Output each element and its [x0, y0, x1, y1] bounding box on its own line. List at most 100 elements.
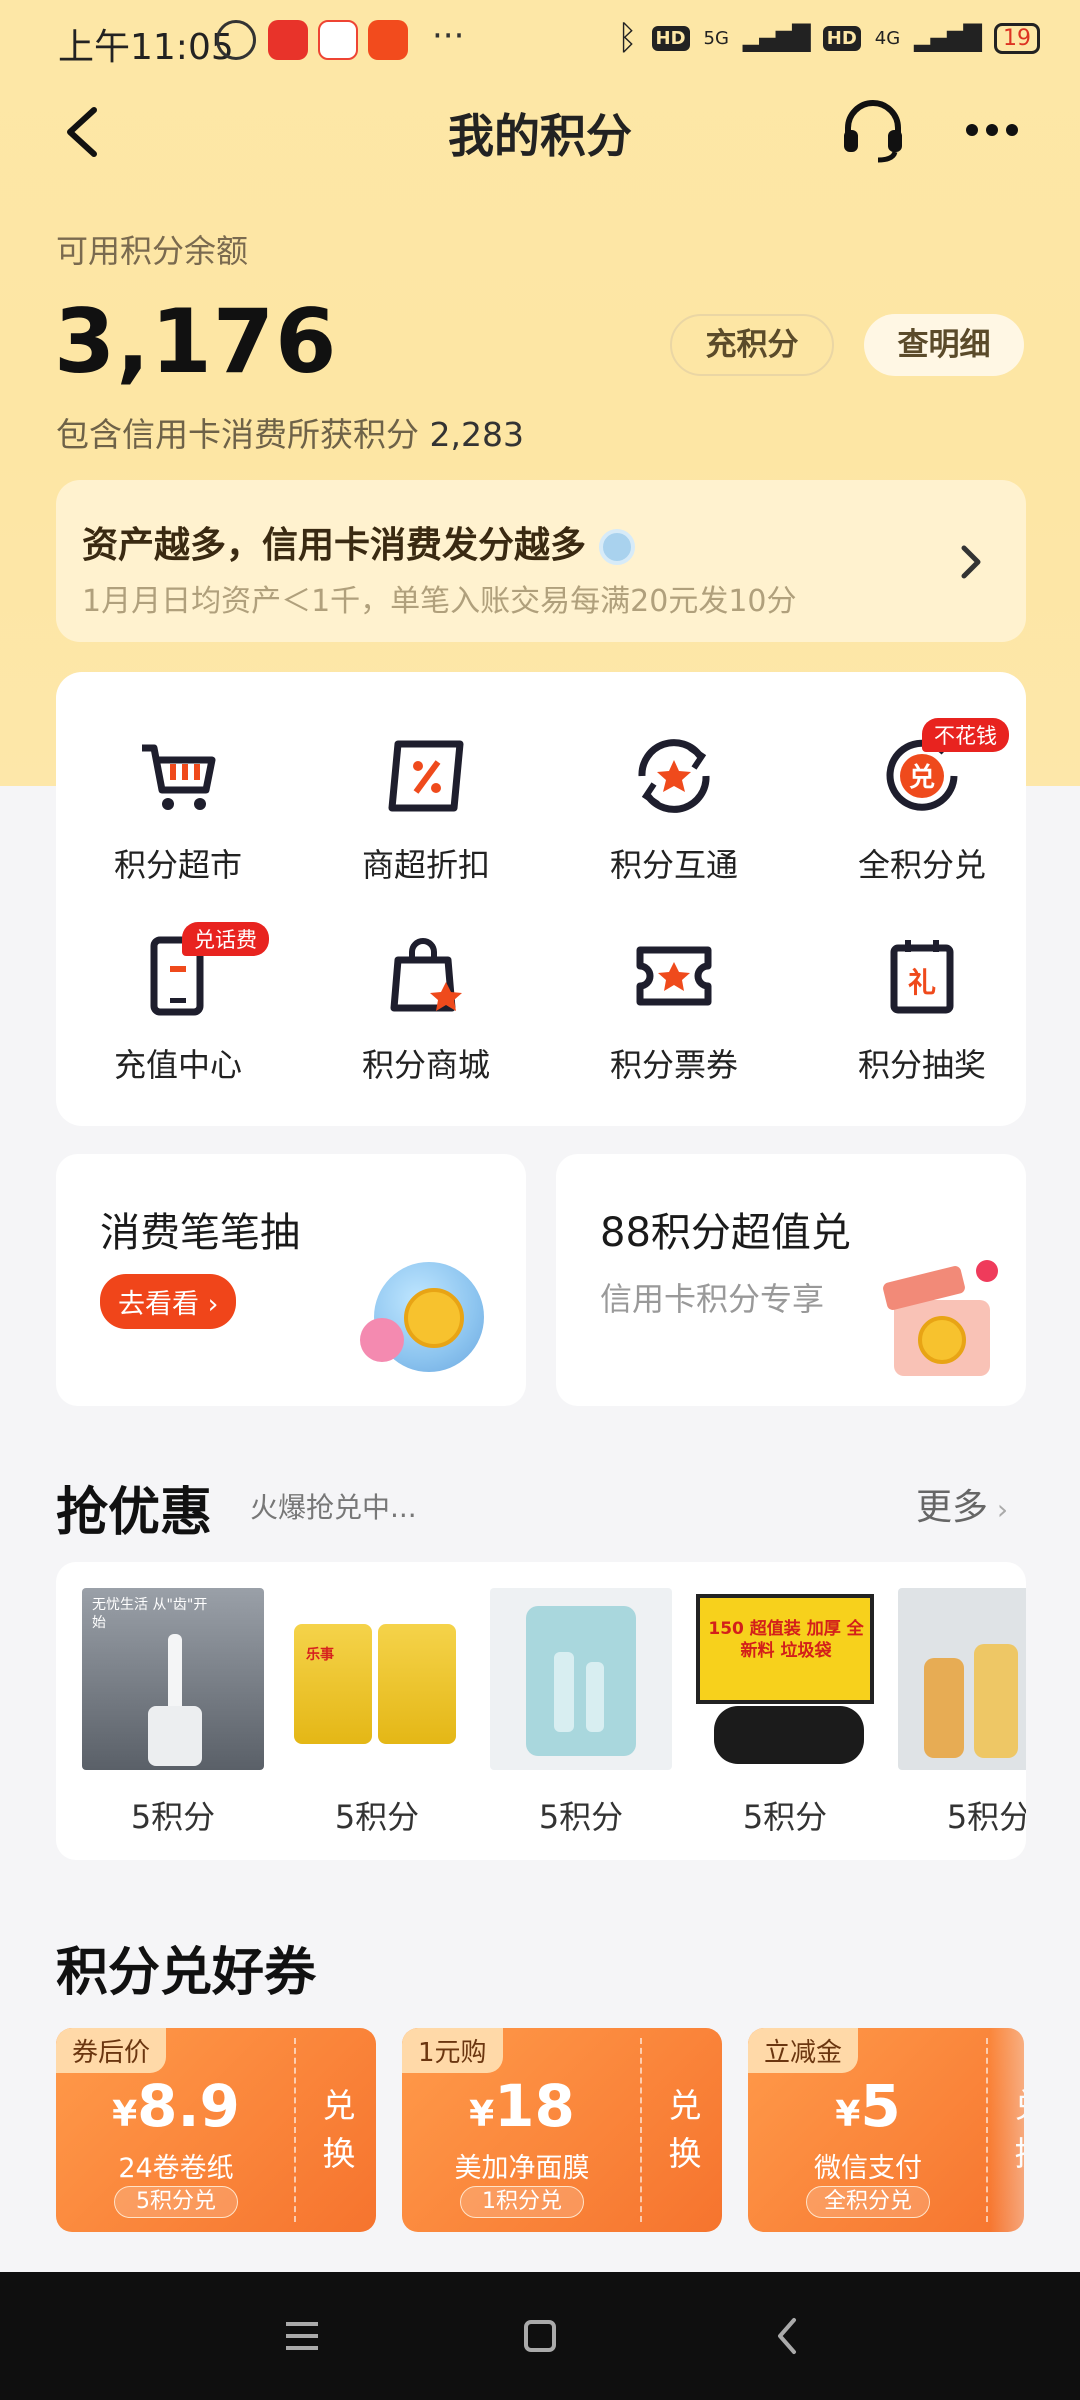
- currency-symbol: ¥: [835, 2094, 861, 2135]
- deals-more-link[interactable]: 更多 ›: [916, 1478, 1008, 1530]
- card-spend-lottery[interactable]: 消费笔笔抽 去看看 ›: [56, 1154, 526, 1406]
- promo-title-text: 资产越多，信用卡消费发分越多: [82, 525, 587, 566]
- balance-label: 可用积分余额: [56, 232, 249, 270]
- product-image-text: 无忧生活 从"齿"开始: [92, 1597, 208, 1631]
- product-image: 无忧生活 从"齿"开始: [82, 1588, 264, 1770]
- product-cutting-board[interactable]: 5积分: [490, 1588, 672, 1838]
- product-image-text: 乐事: [306, 1647, 334, 1663]
- customer-service-button[interactable]: [838, 96, 908, 166]
- recharge-points-button[interactable]: 充积分: [670, 314, 834, 376]
- home-icon[interactable]: [522, 2316, 558, 2356]
- grid-item-recharge-center[interactable]: 充值中心: [78, 934, 278, 1086]
- grid-item-points-lottery[interactable]: 礼 积分抽奖: [822, 934, 1022, 1086]
- coupon-tag: 券后价: [56, 2028, 167, 2073]
- exchange-icon: [638, 739, 710, 813]
- grid-item-points-tickets[interactable]: 积分票券: [574, 934, 774, 1086]
- promo-title: 资产越多，信用卡消费发分越多: [82, 516, 635, 568]
- grid-item-supermarket-discount[interactable]: 商超折扣: [326, 734, 526, 886]
- grid-item-points-mall[interactable]: 积分商城: [326, 934, 526, 1086]
- app-location-icon: [318, 20, 358, 60]
- product-oil-bottles[interactable]: 5积分: [898, 1588, 1026, 1838]
- status-time: 上午11:05: [58, 27, 234, 68]
- back-nav-icon[interactable]: [772, 2316, 802, 2356]
- signal-bars-icon-2: ▂▄▆█: [914, 24, 982, 52]
- grid-label: 充值中心: [113, 1046, 242, 1084]
- coupon-face-mask[interactable]: 1元购 ¥18 美加净面膜 1积分兑 兑换: [402, 2028, 722, 2232]
- card-title: 88积分超值兑: [600, 1210, 851, 1256]
- more-options-button[interactable]: [964, 118, 1020, 142]
- bluetooth-icon: ᛒ: [617, 18, 638, 58]
- grid-label: 积分超市: [113, 846, 242, 884]
- go-see-button[interactable]: 去看看 ›: [100, 1274, 237, 1329]
- app-fund-icon: [368, 20, 408, 60]
- coupon-redeem-button[interactable]: 兑换: [314, 2082, 364, 2178]
- carousel-fade: [990, 2020, 1080, 2240]
- coupon-points: 全积分兑: [806, 2186, 930, 2218]
- alarm-icon: [216, 20, 256, 60]
- card-88-points-deal[interactable]: 88积分超值兑 信用卡积分专享: [556, 1154, 1026, 1406]
- cart-icon: [142, 744, 216, 810]
- coupon-name: 微信支付: [814, 2153, 922, 2184]
- promo-description: 1月月日均资产＜1千，单笔入账交易每满20元发10分: [82, 584, 797, 619]
- product-image-text: 150 超值装 加厚 全新料 垃圾袋: [708, 1619, 864, 1661]
- grid-item-points-market[interactable]: 积分超市: [78, 734, 278, 886]
- credit-points-label: 包含信用卡消费所获积分: [56, 415, 419, 454]
- deals-title: 抢优惠: [56, 1483, 213, 1543]
- grid-label: 积分商城: [361, 1046, 490, 1084]
- coupon-divider: [640, 2038, 642, 2222]
- grid-label: 积分互通: [609, 846, 738, 884]
- product-chips[interactable]: 乐事 5积分: [286, 1588, 468, 1838]
- svg-text:礼: 礼: [908, 966, 936, 999]
- grid-item-points-exchange[interactable]: 积分互通: [574, 734, 774, 886]
- grid-label: 全积分兑: [857, 846, 986, 884]
- more-dots-icon: [966, 124, 1018, 136]
- credit-points-value: 2,283: [429, 415, 524, 454]
- points-balance: 3,176: [54, 290, 338, 393]
- product-image: 乐事: [286, 1588, 468, 1770]
- view-details-button[interactable]: 查明细: [864, 314, 1024, 376]
- promo-chevron-icon: [958, 544, 982, 584]
- hd-badge: HD: [651, 25, 690, 51]
- discount-icon: [388, 740, 464, 812]
- currency-symbol: ¥: [112, 2094, 138, 2135]
- battery-indicator: 19: [994, 22, 1040, 54]
- coupons-title: 积分兑好券: [56, 1943, 317, 2003]
- coupon-points: 5积分兑: [114, 2186, 238, 2218]
- coupon-toilet-paper[interactable]: 券后价 ¥8.9 24卷卷纸 5积分兑 兑换: [56, 2028, 376, 2232]
- coupon-divider: [294, 2038, 296, 2222]
- coupon-tag: 1元购: [402, 2028, 503, 2073]
- currency-symbol: ¥: [469, 2094, 495, 2135]
- page-title: 我的积分: [448, 109, 632, 163]
- system-nav-bar: [0, 2272, 1080, 2400]
- product-points: 5积分: [538, 1798, 624, 1836]
- no-cost-tag: 不花钱: [922, 718, 1009, 752]
- chevron-right-icon: ›: [988, 1493, 1009, 1526]
- coupon-wechat-pay[interactable]: 立减金 ¥5 微信支付 全积分兑 兑换: [748, 2028, 1024, 2232]
- services-grid: 积分超市 商超折扣 积分互通 兑 全积分兑 不花钱 充值中心 兑话费 积分商城 …: [56, 672, 1026, 1126]
- coupon-redeem-button[interactable]: 兑换: [660, 2082, 710, 2178]
- coupon-price: ¥5: [748, 2072, 988, 2140]
- coupon-name: 美加净面膜: [454, 2153, 590, 2184]
- menu-icon[interactable]: [282, 2316, 322, 2356]
- gift-box-illustration: [874, 1250, 1014, 1380]
- headset-icon: [844, 100, 902, 163]
- card-subtitle: 信用卡积分专享: [600, 1280, 825, 1318]
- product-trash-bags[interactable]: 150 超值装 加厚 全新料 垃圾袋 5积分: [694, 1588, 876, 1838]
- coupon-tag: 立减金: [748, 2028, 859, 2073]
- product-toothbrush[interactable]: 无忧生活 从"齿"开始 5积分: [82, 1588, 264, 1838]
- signal-5g: 5G: [703, 27, 729, 49]
- product-image: [898, 1588, 1026, 1770]
- coupon-price-value: 5: [860, 2072, 901, 2140]
- grid-label: 积分票券: [609, 1046, 738, 1084]
- grid-label: 商超折扣: [361, 846, 490, 884]
- shopping-bag-icon: [390, 938, 462, 1012]
- grid-label: 积分抽奖: [857, 1046, 986, 1084]
- grid-item-full-redeem[interactable]: 兑 全积分兑: [822, 734, 1022, 886]
- coupon-price-value: 8.9: [137, 2072, 240, 2140]
- status-right: ᛒ HD 5G ▂▄▆█ HD 4G ▂▄▆█ 19: [617, 18, 1040, 58]
- product-points: 5积分: [742, 1798, 828, 1836]
- coupon-price: ¥8.9: [56, 2072, 296, 2140]
- more-label: 更多: [916, 1487, 989, 1528]
- deals-carousel[interactable]: 无忧生活 从"齿"开始 5积分 乐事 5积分 5积分 150 超值装 加厚 全新…: [56, 1562, 1026, 1860]
- card-title: 消费笔笔抽: [100, 1210, 300, 1256]
